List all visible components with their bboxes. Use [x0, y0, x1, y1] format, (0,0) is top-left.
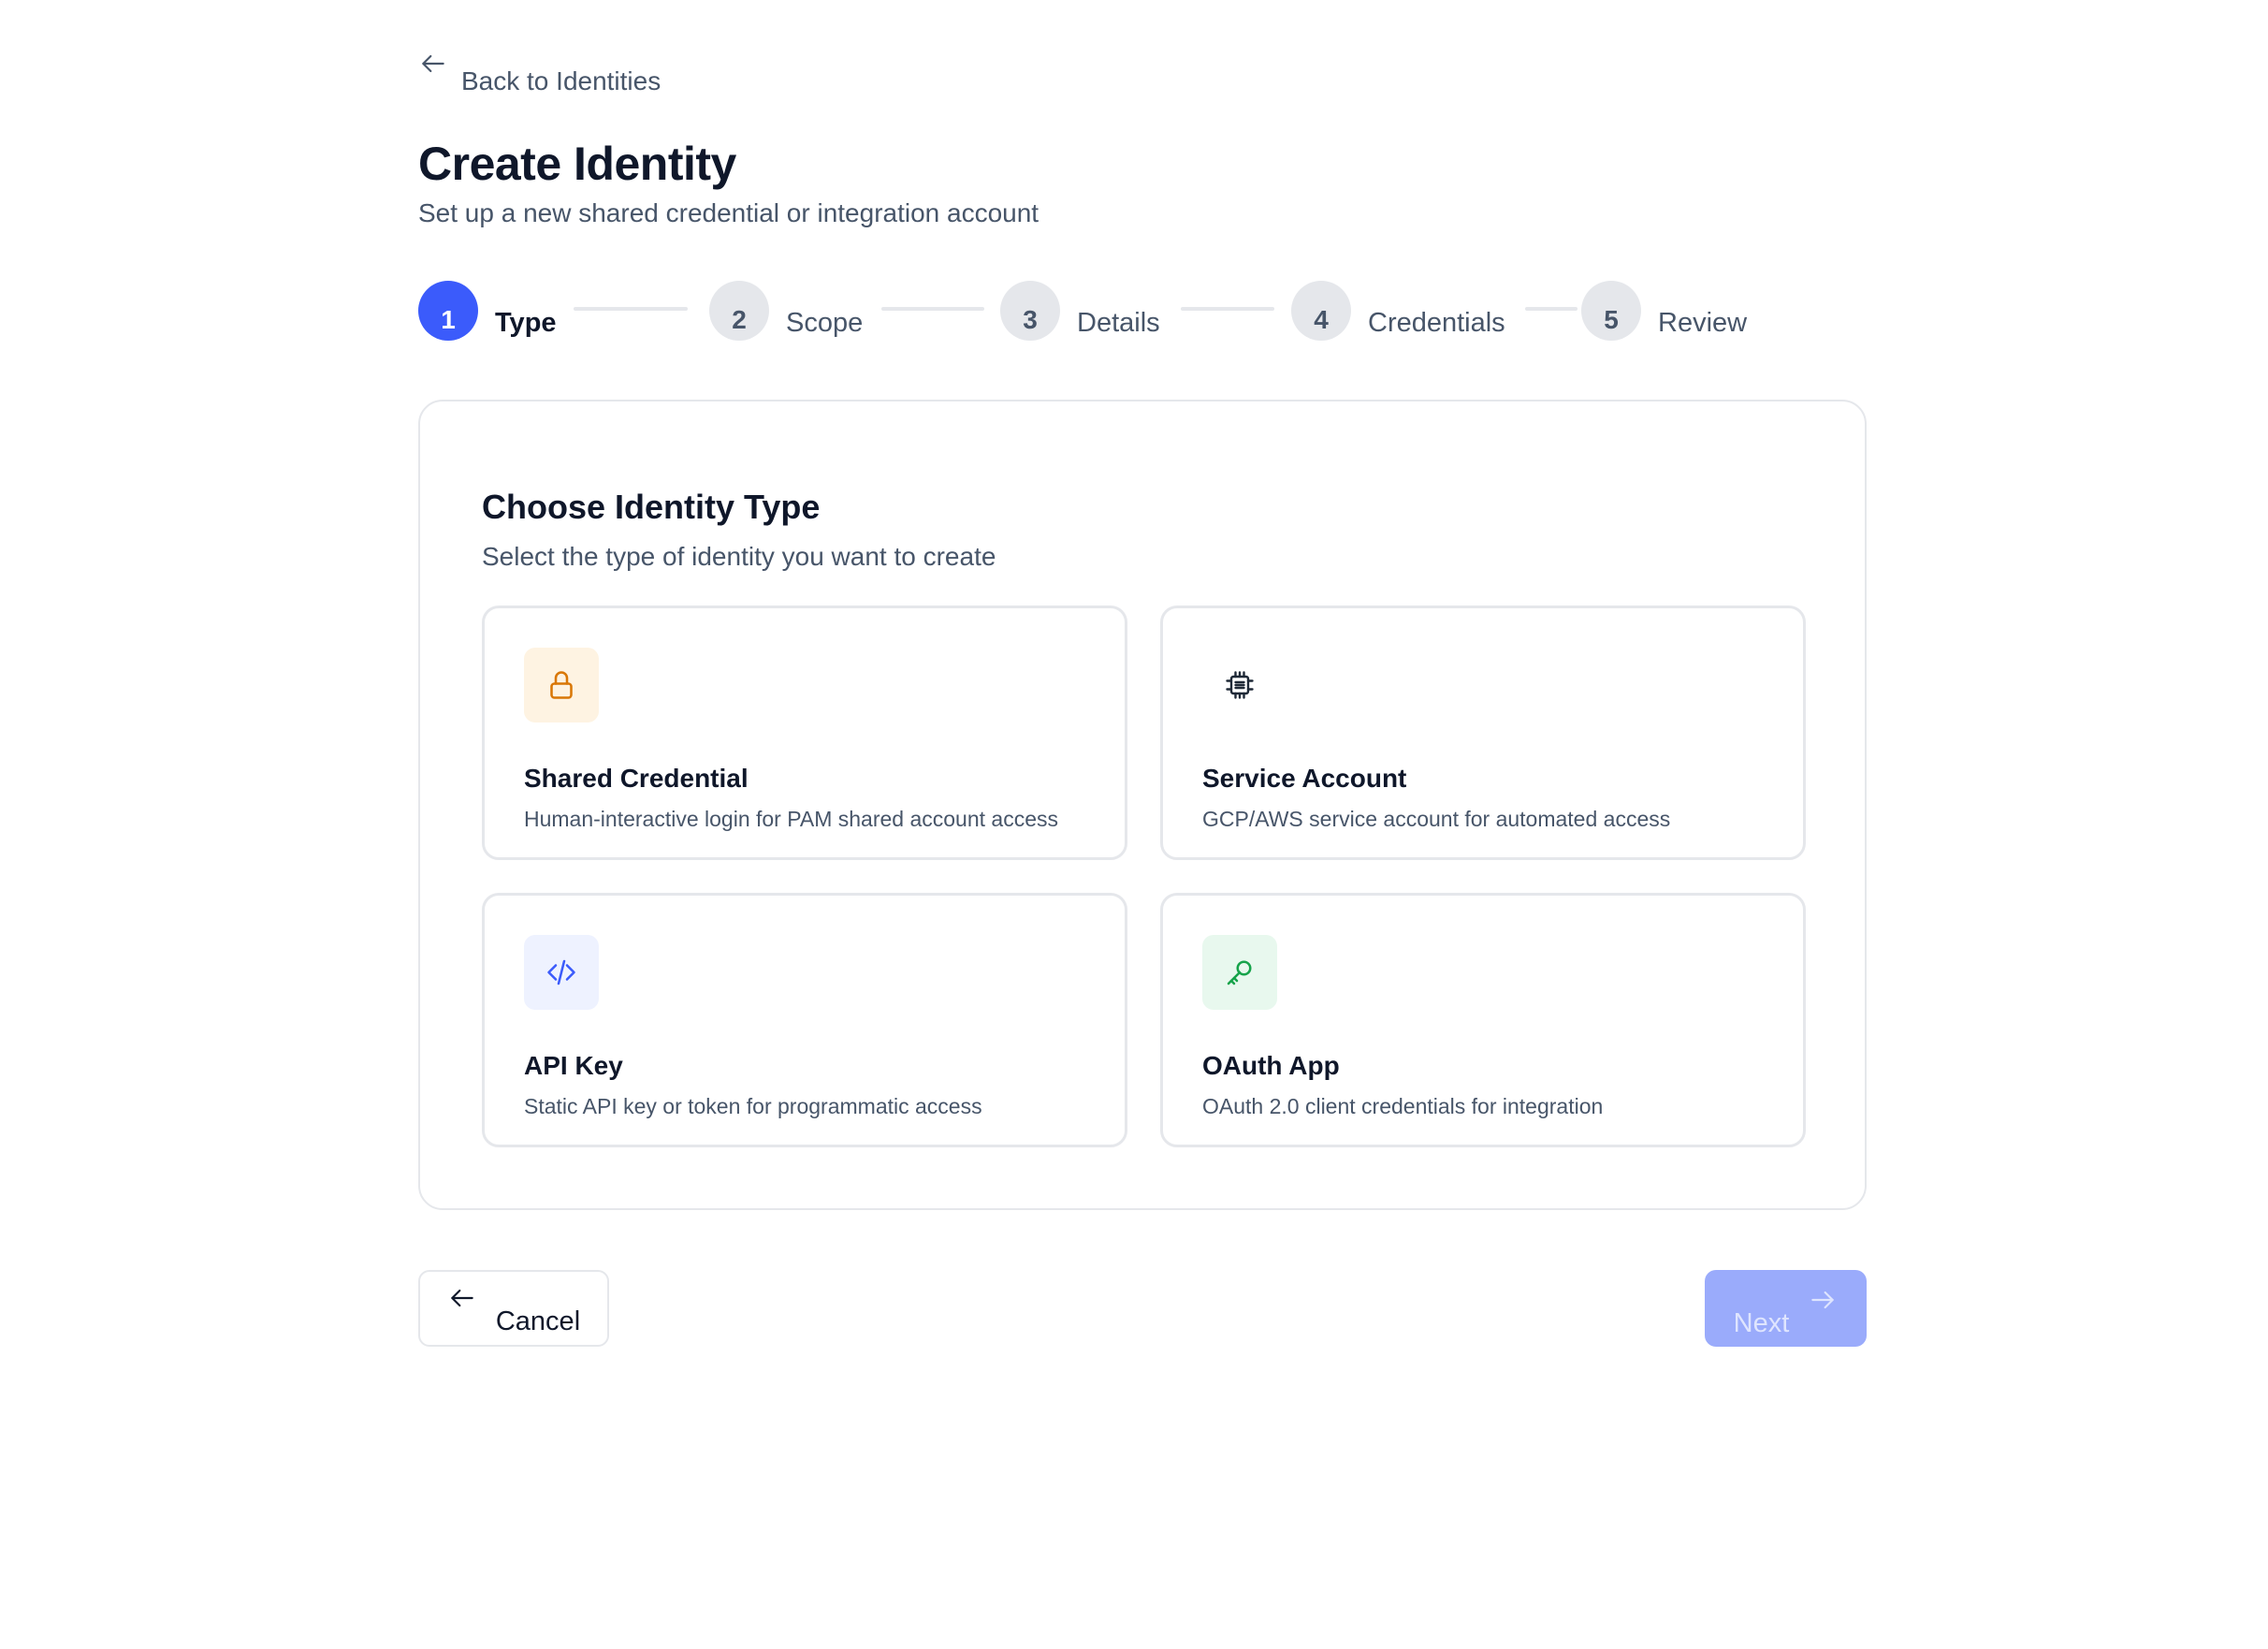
step-number: 1 — [418, 281, 478, 341]
cancel-button[interactable]: Cancel — [418, 1270, 609, 1347]
step-label: Review — [1658, 308, 1748, 338]
create-identity-page: Back to Identities Create Identity Set u… — [0, 0, 2268, 1649]
step-number: 5 — [1581, 281, 1641, 341]
option-description: Static API key or token for programmatic… — [524, 1094, 982, 1118]
option-description: Human-interactive login for PAM shared a… — [524, 807, 1059, 831]
step-type: 1 Type — [418, 279, 557, 341]
code-icon — [524, 935, 599, 1010]
identity-type-card: Choose Identity Type Select the type of … — [418, 400, 1867, 1210]
step-number: 3 — [1000, 281, 1060, 341]
chip-icon — [1202, 648, 1277, 722]
option-title: Shared Credential — [524, 764, 749, 793]
step-number: 2 — [709, 281, 769, 341]
page-subtitle: Set up a new shared credential or integr… — [418, 198, 1040, 227]
step-details: 3 Details — [1000, 279, 1160, 341]
key-icon — [1202, 935, 1277, 1010]
step-connector — [574, 307, 688, 311]
option-title: Service Account — [1202, 764, 1407, 793]
option-description: OAuth 2.0 client credentials for integra… — [1202, 1094, 1604, 1118]
section-subtitle: Select the type of identity you want to … — [482, 542, 996, 571]
step-connector — [1525, 307, 1577, 311]
step-connector — [1181, 307, 1274, 311]
step-label: Type — [495, 308, 557, 338]
step-label: Details — [1077, 308, 1160, 338]
step-connector — [881, 307, 984, 311]
option-api-key[interactable]: API Key Static API key or token for prog… — [482, 893, 1127, 1147]
step-label: Credentials — [1368, 308, 1505, 338]
lock-icon — [524, 648, 599, 722]
back-link-label: Back to Identities — [461, 66, 662, 95]
option-description: GCP/AWS service account for automated ac… — [1202, 807, 1671, 831]
stepper: 1 Type 2 Scope 3 Details 4 Credentials 5… — [418, 279, 1747, 341]
option-shared-credential[interactable]: Shared Credential Human-interactive logi… — [482, 606, 1127, 860]
step-number: 4 — [1291, 281, 1351, 341]
next-label: Next — [1733, 1308, 1790, 1338]
cancel-label: Cancel — [495, 1306, 581, 1336]
option-service-account[interactable]: Service Account GCP/AWS service account … — [1160, 606, 1806, 860]
arrow-left-icon — [447, 1283, 477, 1337]
step-review: 5 Review — [1581, 279, 1747, 341]
back-to-identities-link[interactable]: Back to Identities — [418, 49, 661, 96]
step-scope: 2 Scope — [709, 279, 863, 341]
next-button[interactable]: Next — [1705, 1270, 1867, 1347]
option-oauth-app[interactable]: OAuth App OAuth 2.0 client credentials f… — [1160, 893, 1806, 1147]
step-label: Scope — [786, 308, 864, 338]
option-title: API Key — [524, 1051, 623, 1080]
step-credentials: 4 Credentials — [1291, 279, 1505, 341]
section-title: Choose Identity Type — [482, 488, 821, 526]
page-title: Create Identity — [418, 138, 736, 190]
arrow-left-icon — [418, 49, 448, 96]
option-title: OAuth App — [1202, 1051, 1340, 1080]
arrow-right-icon — [1808, 1285, 1838, 1339]
